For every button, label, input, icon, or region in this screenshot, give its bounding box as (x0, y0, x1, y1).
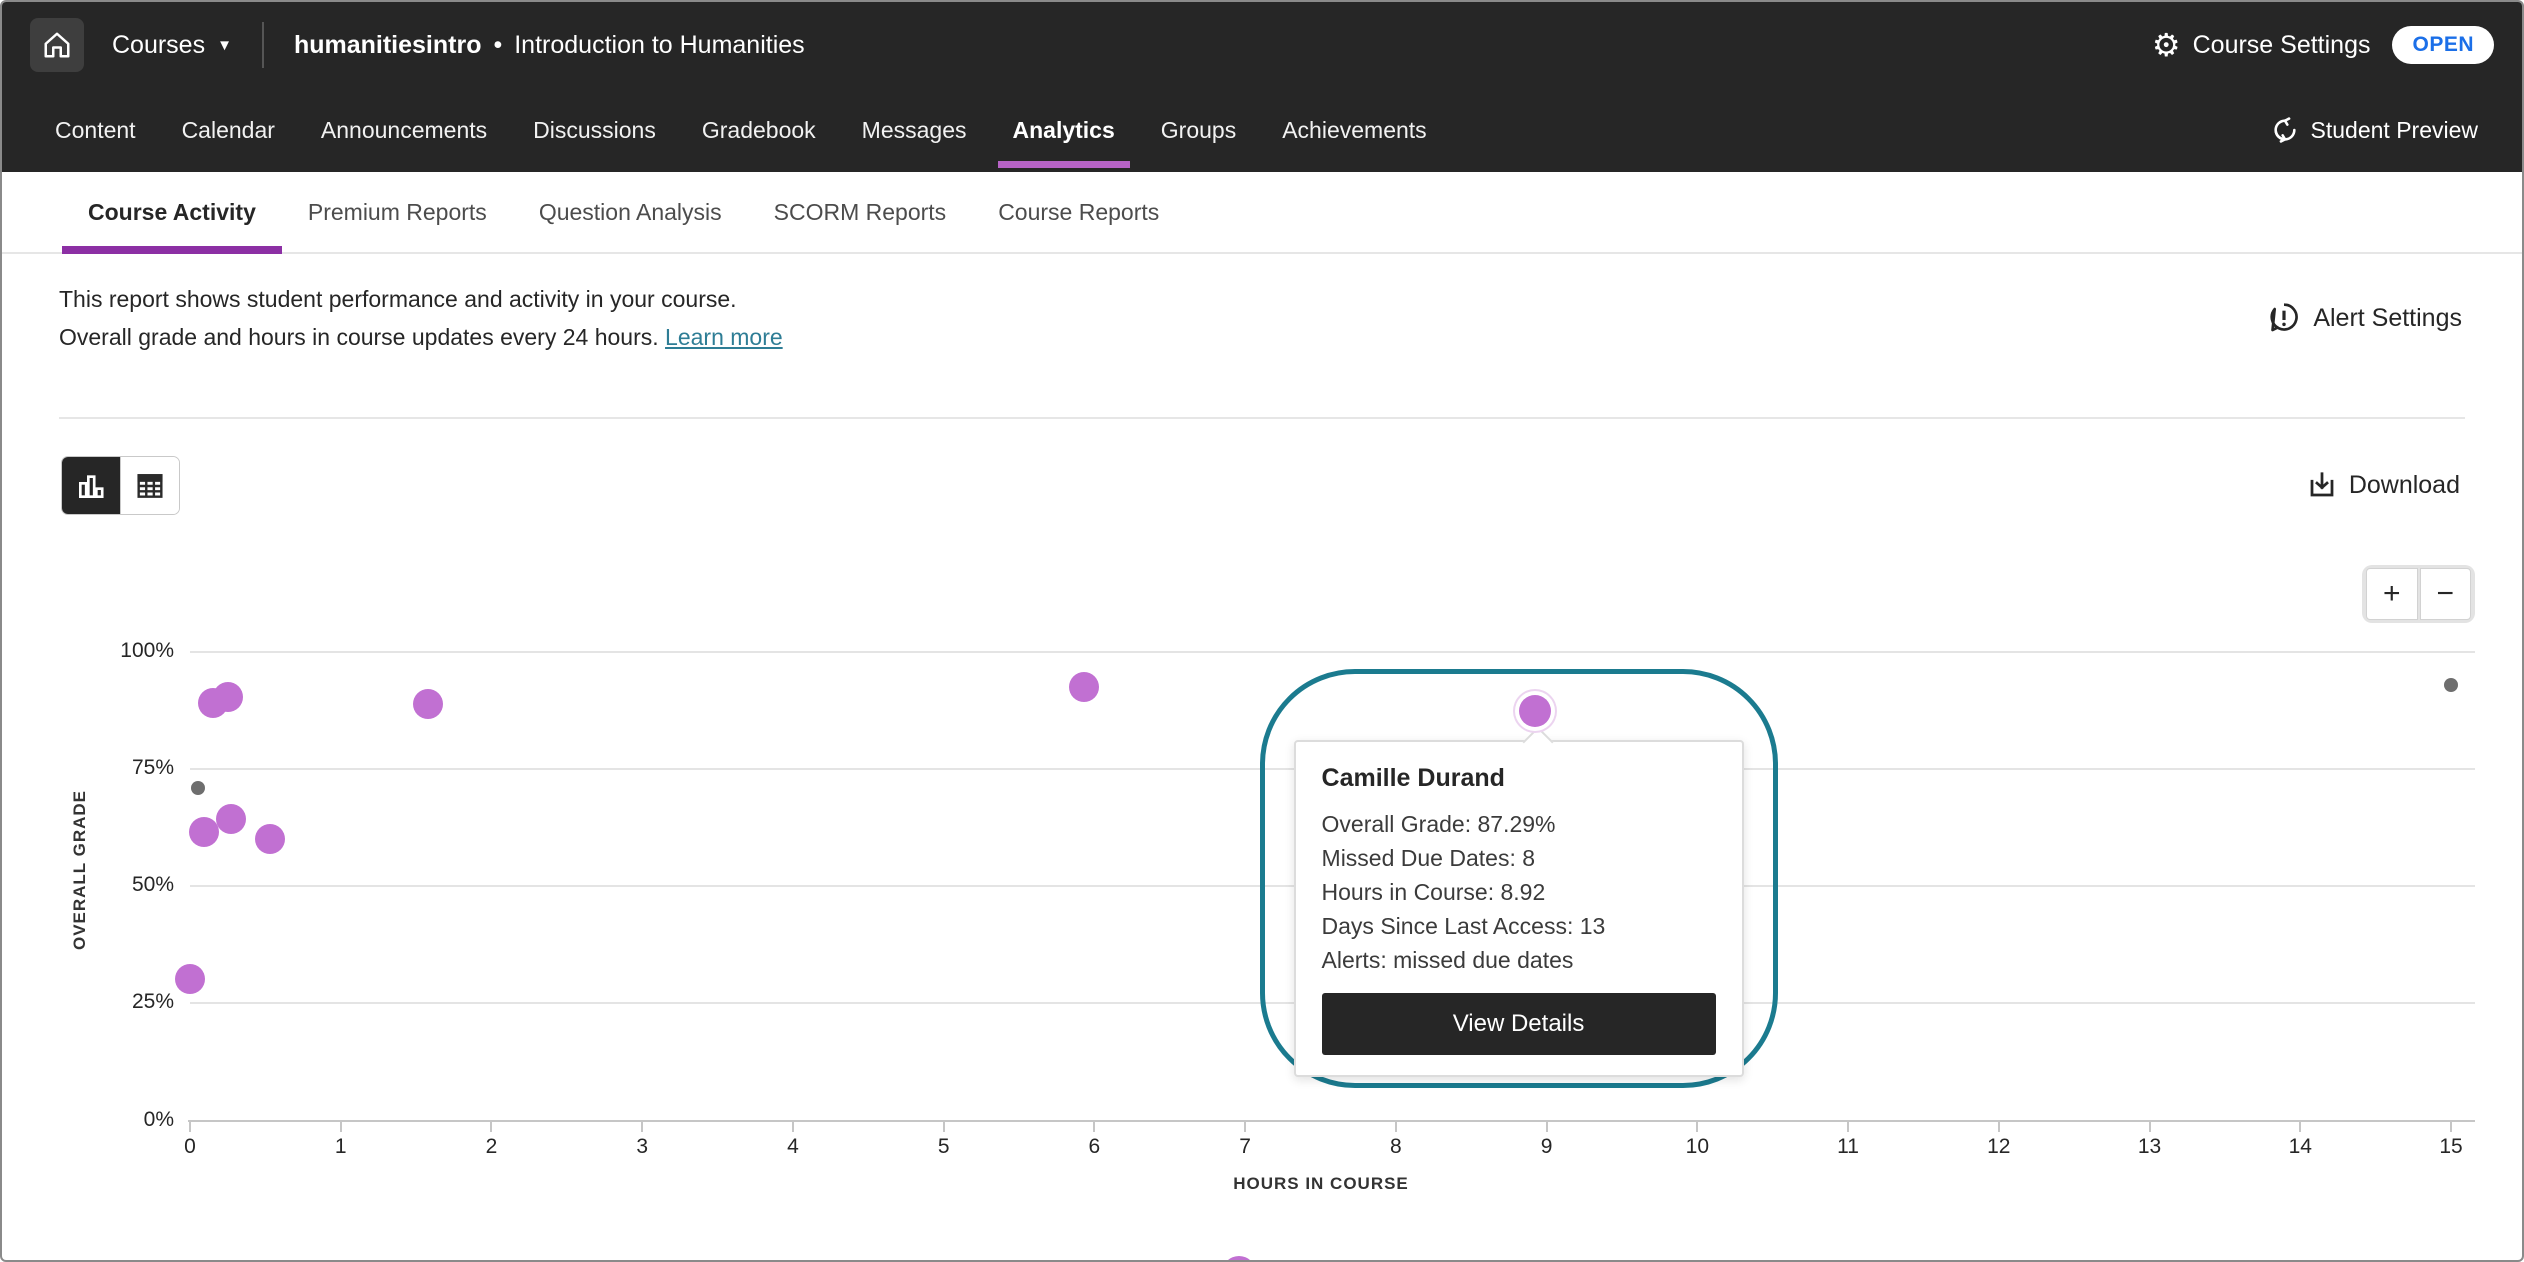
gridline-100% (190, 651, 2475, 653)
x-tick (490, 1121, 492, 1132)
x-tick-label: 11 (1818, 1135, 1878, 1159)
x-tick-label: 10 (1667, 1135, 1727, 1159)
x-tick (1093, 1121, 1095, 1132)
view-details-button[interactable]: View Details (1322, 993, 1716, 1055)
x-axis-title: HOURS IN COURSE (1121, 1174, 1521, 1194)
x-tick (1696, 1121, 1698, 1132)
data-point-students[interactable] (413, 689, 443, 719)
tooltip-days-since-last-access: Days Since Last Access: 13 (1322, 909, 1716, 943)
x-tick (1244, 1121, 1246, 1132)
data-point-students[interactable] (189, 817, 219, 847)
tooltip-alerts: Alerts: missed due dates (1322, 943, 1716, 977)
x-tick (1998, 1121, 2000, 1132)
tooltip-student-name: Camille Durand (1322, 764, 1716, 793)
y-tick-label: 100% (64, 639, 174, 663)
data-point-gray-students[interactable] (2444, 678, 2458, 692)
x-tick-label: 4 (763, 1135, 823, 1159)
x-tick-label: 5 (914, 1135, 974, 1159)
x-tick (2450, 1121, 2452, 1132)
x-tick-label: 8 (1366, 1135, 1426, 1159)
data-point-students[interactable] (216, 804, 246, 834)
selected-data-point[interactable] (1519, 695, 1551, 727)
x-tick (2149, 1121, 2151, 1132)
data-point-students[interactable] (1069, 672, 1099, 702)
x-tick-label: 1 (311, 1135, 371, 1159)
y-tick-label: 75% (64, 756, 174, 780)
x-tick (1546, 1121, 1548, 1132)
student-tooltip: Camille Durand Overall Grade: 87.29% Mis… (1294, 740, 1744, 1077)
y-tick-label: 50% (64, 873, 174, 897)
y-tick-label: 25% (64, 990, 174, 1014)
x-axis-line (188, 1120, 2475, 1122)
x-tick-label: 2 (461, 1135, 521, 1159)
x-tick (2299, 1121, 2301, 1132)
x-tick (1847, 1121, 1849, 1132)
tooltip-hours-in-course: Hours in Course: 8.92 (1322, 875, 1716, 909)
x-tick (641, 1121, 643, 1132)
x-tick-label: 9 (1517, 1135, 1577, 1159)
partial-data-point-bottom[interactable] (1222, 1256, 1256, 1262)
tooltip-overall-grade: Overall Grade: 87.29% (1322, 807, 1716, 841)
data-point-students[interactable] (213, 682, 243, 712)
x-tick-label: 6 (1064, 1135, 1124, 1159)
x-tick (189, 1121, 191, 1132)
x-tick-label: 15 (2421, 1135, 2481, 1159)
data-point-students[interactable] (175, 964, 205, 994)
data-point-students[interactable] (255, 824, 285, 854)
x-tick-label: 7 (1215, 1135, 1275, 1159)
x-tick (792, 1121, 794, 1132)
tooltip-missed-due-dates: Missed Due Dates: 8 (1322, 841, 1716, 875)
x-tick-label: 14 (2270, 1135, 2330, 1159)
data-point-gray-students[interactable] (191, 781, 205, 795)
x-tick-label: 0 (160, 1135, 220, 1159)
y-tick-label: 0% (64, 1108, 174, 1132)
analytics-page: Courses ▼ humanitiesintro • Introduction… (0, 0, 2524, 1262)
x-tick (1395, 1121, 1397, 1132)
x-tick (340, 1121, 342, 1132)
x-tick-label: 12 (1969, 1135, 2029, 1159)
scatter-chart[interactable]: OVERALL GRADE HOURS IN COURSE Camille Du… (2, 2, 2522, 1260)
x-tick-label: 3 (612, 1135, 672, 1159)
x-tick (943, 1121, 945, 1132)
x-tick-label: 13 (2120, 1135, 2180, 1159)
